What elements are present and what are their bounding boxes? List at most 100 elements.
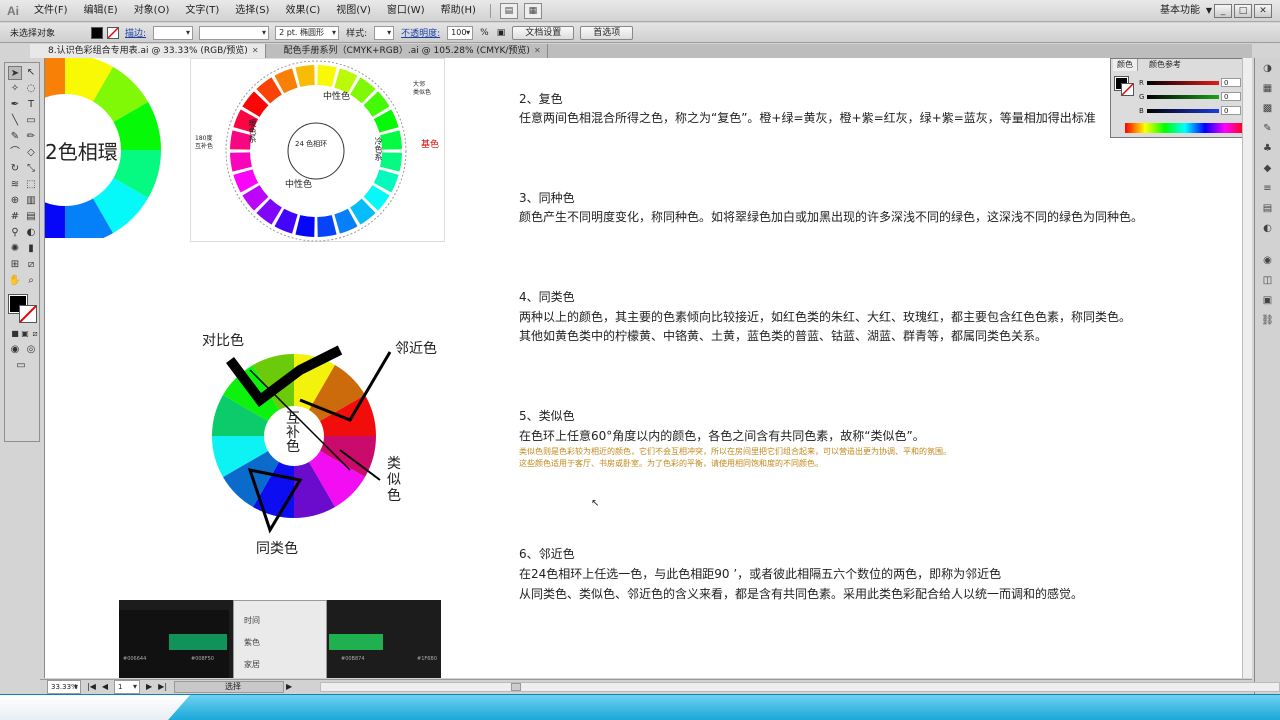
panel-stroke-swatch[interactable]: [1121, 83, 1134, 96]
artboards-icon[interactable]: ▣: [1260, 294, 1275, 307]
horizontal-scroll-thumb[interactable]: [511, 683, 521, 691]
warp-tool-icon[interactable]: ≋: [8, 178, 22, 192]
gradient-icon[interactable]: ▤: [1260, 202, 1275, 215]
preferences-button[interactable]: 首选项: [580, 25, 634, 40]
style-dropdown[interactable]: [374, 25, 395, 40]
channel-input[interactable]: 0: [1221, 106, 1241, 115]
menu-type[interactable]: 文字(T): [177, 0, 227, 22]
mesh-tool-icon[interactable]: #: [8, 210, 22, 224]
brushes-icon[interactable]: ✎: [1260, 122, 1275, 135]
scale-tool-icon[interactable]: ⤡: [24, 162, 38, 176]
selection-tool-icon[interactable]: ➤: [8, 66, 22, 80]
tab-color-guide[interactable]: 颜色参考: [1145, 59, 1185, 71]
page-input[interactable]: 1: [114, 679, 141, 694]
status-menu-icon[interactable]: ▶: [286, 682, 292, 691]
stroke-color-swatch[interactable]: [19, 305, 37, 323]
document-setup-button[interactable]: 文档设置: [512, 25, 575, 40]
perspective-grid-tool-icon[interactable]: ▥: [24, 194, 38, 208]
tab-document-1[interactable]: 8.认识色彩组合专用表.ai @ 33.33% (RGB/预览) ✕: [30, 44, 266, 58]
direct-selection-tool-icon[interactable]: ↖: [24, 66, 38, 80]
graphic-style-icon[interactable]: ▣: [493, 28, 510, 38]
bridge-icon[interactable]: ▤: [499, 2, 518, 19]
symbol-sprayer-tool-icon[interactable]: ✺: [8, 242, 22, 256]
workspace-switcher[interactable]: 基本功能: [1160, 0, 1200, 22]
menu-file[interactable]: 文件(F): [26, 0, 76, 22]
links-icon[interactable]: ⛓: [1260, 314, 1275, 327]
taskbar-start-area[interactable]: [0, 695, 190, 720]
menu-object[interactable]: 对象(O): [126, 0, 178, 22]
brush-dropdown[interactable]: 2 pt. 椭圆形: [275, 25, 340, 40]
graphic-styles-icon[interactable]: ◆: [1260, 162, 1275, 175]
color-panel-icon[interactable]: ◑: [1260, 62, 1275, 75]
color-spectrum[interactable]: [1125, 123, 1245, 133]
stroke-weight-dropdown[interactable]: [153, 25, 194, 40]
artboard-canvas[interactable]: 2色相環 24 色相环 中性色 中性色 暖色系 冷色系 180度 互补色 大邻 …: [44, 58, 1242, 678]
column-graph-tool-icon[interactable]: ▮: [24, 242, 38, 256]
pencil-tool-icon[interactable]: ✏: [24, 130, 38, 144]
maximize-button[interactable]: □: [1234, 4, 1252, 18]
first-page-icon[interactable]: |◀: [87, 682, 96, 691]
color-guide-icon[interactable]: ▦: [1260, 82, 1275, 95]
zoom-tool-icon[interactable]: ⌕: [24, 274, 38, 288]
menu-select[interactable]: 选择(S): [227, 0, 277, 22]
draw-normal-icon[interactable]: ◉: [8, 343, 22, 357]
menu-effect[interactable]: 效果(C): [277, 0, 328, 22]
fill-swatch[interactable]: [91, 26, 104, 39]
menu-window[interactable]: 窗口(W): [379, 0, 433, 22]
channel-slider[interactable]: [1147, 109, 1219, 113]
eraser-tool-icon[interactable]: ◇: [24, 146, 38, 160]
opacity-label[interactable]: 不透明度:: [397, 26, 444, 39]
transparency-icon[interactable]: ◐: [1260, 222, 1275, 235]
channel-slider[interactable]: [1147, 95, 1219, 99]
symbols-icon[interactable]: ♣: [1260, 142, 1275, 155]
menu-view[interactable]: 视图(V): [328, 0, 379, 22]
menu-help[interactable]: 帮助(H): [433, 0, 484, 22]
minimize-button[interactable]: _: [1214, 4, 1232, 18]
status-mode[interactable]: 选择: [174, 680, 285, 693]
artboard-tool-icon[interactable]: ⊞: [8, 258, 22, 272]
last-page-icon[interactable]: ▶|: [158, 682, 167, 691]
lasso-tool-icon[interactable]: ◌: [24, 82, 38, 96]
screen-mode-icon[interactable]: ▭: [14, 359, 28, 373]
blend-tool-icon[interactable]: ◐: [24, 226, 38, 240]
stroke-icon[interactable]: ≡: [1260, 182, 1275, 195]
tab-document-2[interactable]: 配色手册系列（CMYK+RGB）.ai @ 105.28% (CMYK/预览) ✕: [266, 44, 548, 58]
shape-builder-tool-icon[interactable]: ⊕: [8, 194, 22, 208]
draw-inside-icon[interactable]: ◎: [24, 343, 38, 357]
tab-color[interactable]: 颜色: [1113, 59, 1138, 71]
menu-edit[interactable]: 编辑(E): [76, 0, 126, 22]
close-button[interactable]: ✕: [1254, 4, 1272, 18]
vertical-scrollbar[interactable]: [1242, 58, 1252, 678]
next-page-icon[interactable]: ▶: [146, 682, 152, 691]
zoom-dropdown[interactable]: 33.33%: [47, 679, 81, 694]
paintbrush-tool-icon[interactable]: ✎: [8, 130, 22, 144]
chevron-down-icon[interactable]: ▼: [1206, 0, 1212, 22]
free-transform-tool-icon[interactable]: ⬚: [24, 178, 38, 192]
blob-brush-tool-icon[interactable]: ⌒: [8, 146, 22, 160]
eyedropper-tool-icon[interactable]: ⚲: [8, 226, 22, 240]
magic-wand-tool-icon[interactable]: ✧: [8, 82, 22, 96]
layers-icon[interactable]: ◫: [1260, 274, 1275, 287]
type-tool-icon[interactable]: T: [24, 98, 38, 112]
slice-tool-icon[interactable]: ⧄: [24, 258, 38, 272]
none-mode-icon[interactable]: ⧄: [28, 327, 42, 341]
rectangle-tool-icon[interactable]: ▭: [24, 114, 38, 128]
appearance-icon[interactable]: ◉: [1260, 254, 1275, 267]
gradient-tool-icon[interactable]: ▤: [24, 210, 38, 224]
stroke-swatch[interactable]: [107, 26, 120, 39]
pen-tool-icon[interactable]: ✒: [8, 98, 22, 112]
swatches-icon[interactable]: ▩: [1260, 102, 1275, 115]
channel-input[interactable]: 0: [1221, 78, 1241, 87]
opacity-input[interactable]: 100: [447, 25, 474, 40]
stroke-label[interactable]: 描边:: [121, 26, 150, 39]
variable-width-dropdown[interactable]: [199, 25, 270, 40]
hand-tool-icon[interactable]: ✋: [8, 274, 22, 288]
rotate-tool-icon[interactable]: ↻: [8, 162, 22, 176]
horizontal-scrollbar[interactable]: [320, 682, 1280, 692]
previous-page-icon[interactable]: ◀: [102, 682, 108, 691]
channel-slider[interactable]: [1147, 81, 1219, 85]
close-icon[interactable]: ✕: [534, 46, 541, 55]
close-icon[interactable]: ✕: [252, 46, 259, 55]
arrange-documents-icon[interactable]: ▦: [523, 2, 542, 19]
channel-input[interactable]: 0: [1221, 92, 1241, 101]
